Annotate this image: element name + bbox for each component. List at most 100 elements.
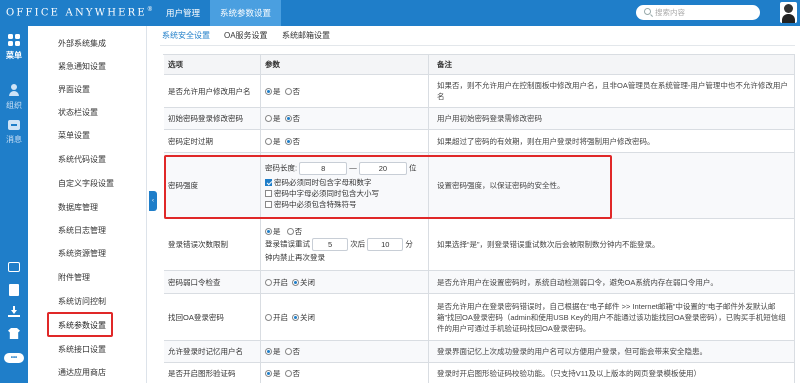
radio-no[interactable]: 否 xyxy=(284,113,300,124)
radio-icon xyxy=(265,369,272,377)
avatar[interactable] xyxy=(780,2,797,23)
note-cell: 如果选择“是”，则登录错误重试数次后会被限制数分钟内不能登录。 xyxy=(429,219,795,270)
minutes-label: 分 xyxy=(405,239,413,249)
rail-skin-button[interactable] xyxy=(0,328,28,341)
tab-oa-service[interactable]: OA服务设置 xyxy=(224,30,268,41)
tab-system-params[interactable]: 系统参数设置 xyxy=(210,0,282,26)
radio-label: 是 xyxy=(273,136,281,146)
option-label: 密码弱口令检查 xyxy=(164,271,261,293)
note-cell: 登录时开启图形验证码校验功能。（只支持V11及以上版本的网页登录模板使用） xyxy=(429,363,795,383)
table-row: 密码定时过期 是 否 如果超过了密码的有效期，则在用户登录时将强制用户修改密码。 xyxy=(164,130,795,153)
retry-count-input[interactable]: 5 xyxy=(312,238,349,251)
logo-text: Office Anywhere xyxy=(6,7,147,19)
radio-yes[interactable]: 是 xyxy=(265,227,281,236)
radio-icon xyxy=(284,87,292,95)
option-label: 是否开启图形验证码 xyxy=(164,363,261,383)
sidebar-item-custom-fields[interactable]: 自定义字段设置 xyxy=(58,178,114,189)
radio-icon xyxy=(286,228,294,235)
header-note: 备注 xyxy=(429,55,795,74)
radio-icon xyxy=(284,115,292,122)
more-icon: ••• xyxy=(4,353,24,363)
radio-yes[interactable]: 是 xyxy=(265,86,281,97)
radio-no[interactable]: 否 xyxy=(284,346,300,357)
app-logo[interactable]: Office Anywhere® xyxy=(6,6,153,18)
radio-label: 否 xyxy=(292,86,301,96)
rail-item-org[interactable]: 组织 xyxy=(0,84,28,111)
avatar-body-shape xyxy=(782,14,795,23)
sidebar-item-interface-settings[interactable]: 系统接口设置 xyxy=(58,344,106,355)
rail-label-org: 组织 xyxy=(6,101,22,110)
table-row: 登录错误次数限制 是 否 登录错误重试 5 次后 10 分 钟内禁止再次登录 如… xyxy=(164,219,795,271)
option-label: 是否允许用户修改用户名 xyxy=(164,75,261,107)
rail-more-button[interactable]: ••• xyxy=(0,352,28,363)
table-row: 允许登录时记忆用户名 是 否 登录界面记忆上次成功登录的用户名可以方便用户登录，… xyxy=(164,341,795,363)
retry-times-label: 次后 xyxy=(350,239,366,249)
rail-item-message[interactable]: 消息 xyxy=(0,120,28,145)
sidebar-item-system-code[interactable]: 系统代码设置 xyxy=(58,154,106,165)
sidebar-item-menu-settings[interactable]: 菜单设置 xyxy=(58,130,90,141)
sidebar-item-database[interactable]: 数据库管理 xyxy=(58,202,98,213)
sidebar-item-access-control[interactable]: 系统访问控制 xyxy=(58,296,106,307)
radio-no[interactable]: 否 xyxy=(284,86,301,97)
search-input[interactable]: 搜索内容 xyxy=(636,5,760,20)
rail-download-button[interactable] xyxy=(0,306,28,319)
option-label: 密码定时过期 xyxy=(164,130,261,152)
sidebar-item-interface[interactable]: 界面设置 xyxy=(58,84,90,95)
sidebar-item-system-log[interactable]: 系统日志管理 xyxy=(58,225,106,236)
sidebar-item-external-integration[interactable]: 外部系统集成 xyxy=(58,38,106,49)
param-cell: 是 否 登录错误重试 5 次后 10 分 钟内禁止再次登录 xyxy=(261,219,429,270)
icon-rail: 菜单 组织 消息 ••• xyxy=(0,26,28,383)
rail-document-button[interactable] xyxy=(0,284,28,298)
radio-yes[interactable]: 是 xyxy=(265,346,281,357)
radio-yes[interactable]: 是 xyxy=(265,113,281,124)
radio-on[interactable]: 开启 xyxy=(265,277,288,288)
top-bar: Office Anywhere® 用户管理 系统参数设置 搜索内容 xyxy=(0,0,800,26)
note-cell: 登录界面记忆上次成功登录的用户名可以方便用户登录，但可能会带来安全隐患。 xyxy=(429,341,795,362)
option-label: 登录错误次数限制 xyxy=(164,219,261,270)
tab-user-management[interactable]: 用户管理 xyxy=(156,0,210,26)
tab-security[interactable]: 系统安全设置 xyxy=(162,30,210,41)
radio-label: 是 xyxy=(273,114,281,123)
radio-label: 是 xyxy=(273,86,281,96)
note-cell: 如果否，则不允许用户在控制面板中修改用户名，且非OA管理员在系统管理-用户管理中… xyxy=(429,75,795,107)
radio-icon xyxy=(265,87,272,95)
collapse-sidebar-button[interactable]: ‹ xyxy=(149,191,157,211)
radio-icon xyxy=(265,115,272,122)
rail-item-menu[interactable]: 菜单 xyxy=(0,34,28,61)
param-cell: 开启 关闭 xyxy=(261,271,429,293)
param-cell: 是 否 xyxy=(261,108,429,129)
table-row: 密码弱口令检查 开启 关闭 是否允许用户在设置密码时，系统自动检测弱口令，避免O… xyxy=(164,271,795,294)
radio-no[interactable]: 否 xyxy=(286,227,302,236)
radio-label: 是 xyxy=(273,347,281,356)
rail-screen-button[interactable] xyxy=(0,262,28,274)
radio-no[interactable]: 否 xyxy=(284,136,301,147)
lock-suffix: 钟内禁止再次登录 xyxy=(265,253,325,262)
sidebar-item-system-resources[interactable]: 系统资源管理 xyxy=(58,248,106,259)
password-strength-highlight xyxy=(164,155,612,219)
login-limit-controls: 是 否 登录错误重试 5 次后 10 分 钟内禁止再次登录 xyxy=(265,226,413,263)
sidebar-item-statusbar[interactable]: 状态栏设置 xyxy=(58,107,98,118)
radio-yes[interactable]: 是 xyxy=(265,368,281,379)
sidebar-item-attachments[interactable]: 附件管理 xyxy=(58,272,90,283)
radio-label: 否 xyxy=(292,368,301,378)
radio-icon xyxy=(284,369,292,377)
radio-on[interactable]: 开启 xyxy=(265,312,288,323)
radio-no[interactable]: 否 xyxy=(284,368,301,379)
lock-minutes-input[interactable]: 10 xyxy=(367,238,404,251)
radio-icon xyxy=(265,313,272,321)
sidebar-item-app-store[interactable]: 通达应用商店 xyxy=(58,367,106,378)
table-header: 选项 参数 备注 xyxy=(164,55,795,75)
note-cell: 如果超过了密码的有效期，则在用户登录时将强制用户修改密码。 xyxy=(429,130,795,152)
tab-mailbox[interactable]: 系统邮箱设置 xyxy=(282,30,330,41)
retry-label: 登录错误重试 xyxy=(265,239,310,249)
radio-yes[interactable]: 是 xyxy=(265,136,281,147)
param-cell: 是 否 xyxy=(261,341,429,362)
header-param: 参数 xyxy=(261,55,429,74)
radio-label: 开启 xyxy=(273,312,288,322)
radio-off[interactable]: 关闭 xyxy=(292,277,315,288)
radio-off[interactable]: 关闭 xyxy=(292,312,315,323)
radio-icon xyxy=(292,313,299,321)
radio-label: 否 xyxy=(292,136,301,146)
sidebar-item-emergency-notice[interactable]: 紧急通知设置 xyxy=(58,61,106,72)
option-label: 允许登录时记忆用户名 xyxy=(164,341,261,362)
